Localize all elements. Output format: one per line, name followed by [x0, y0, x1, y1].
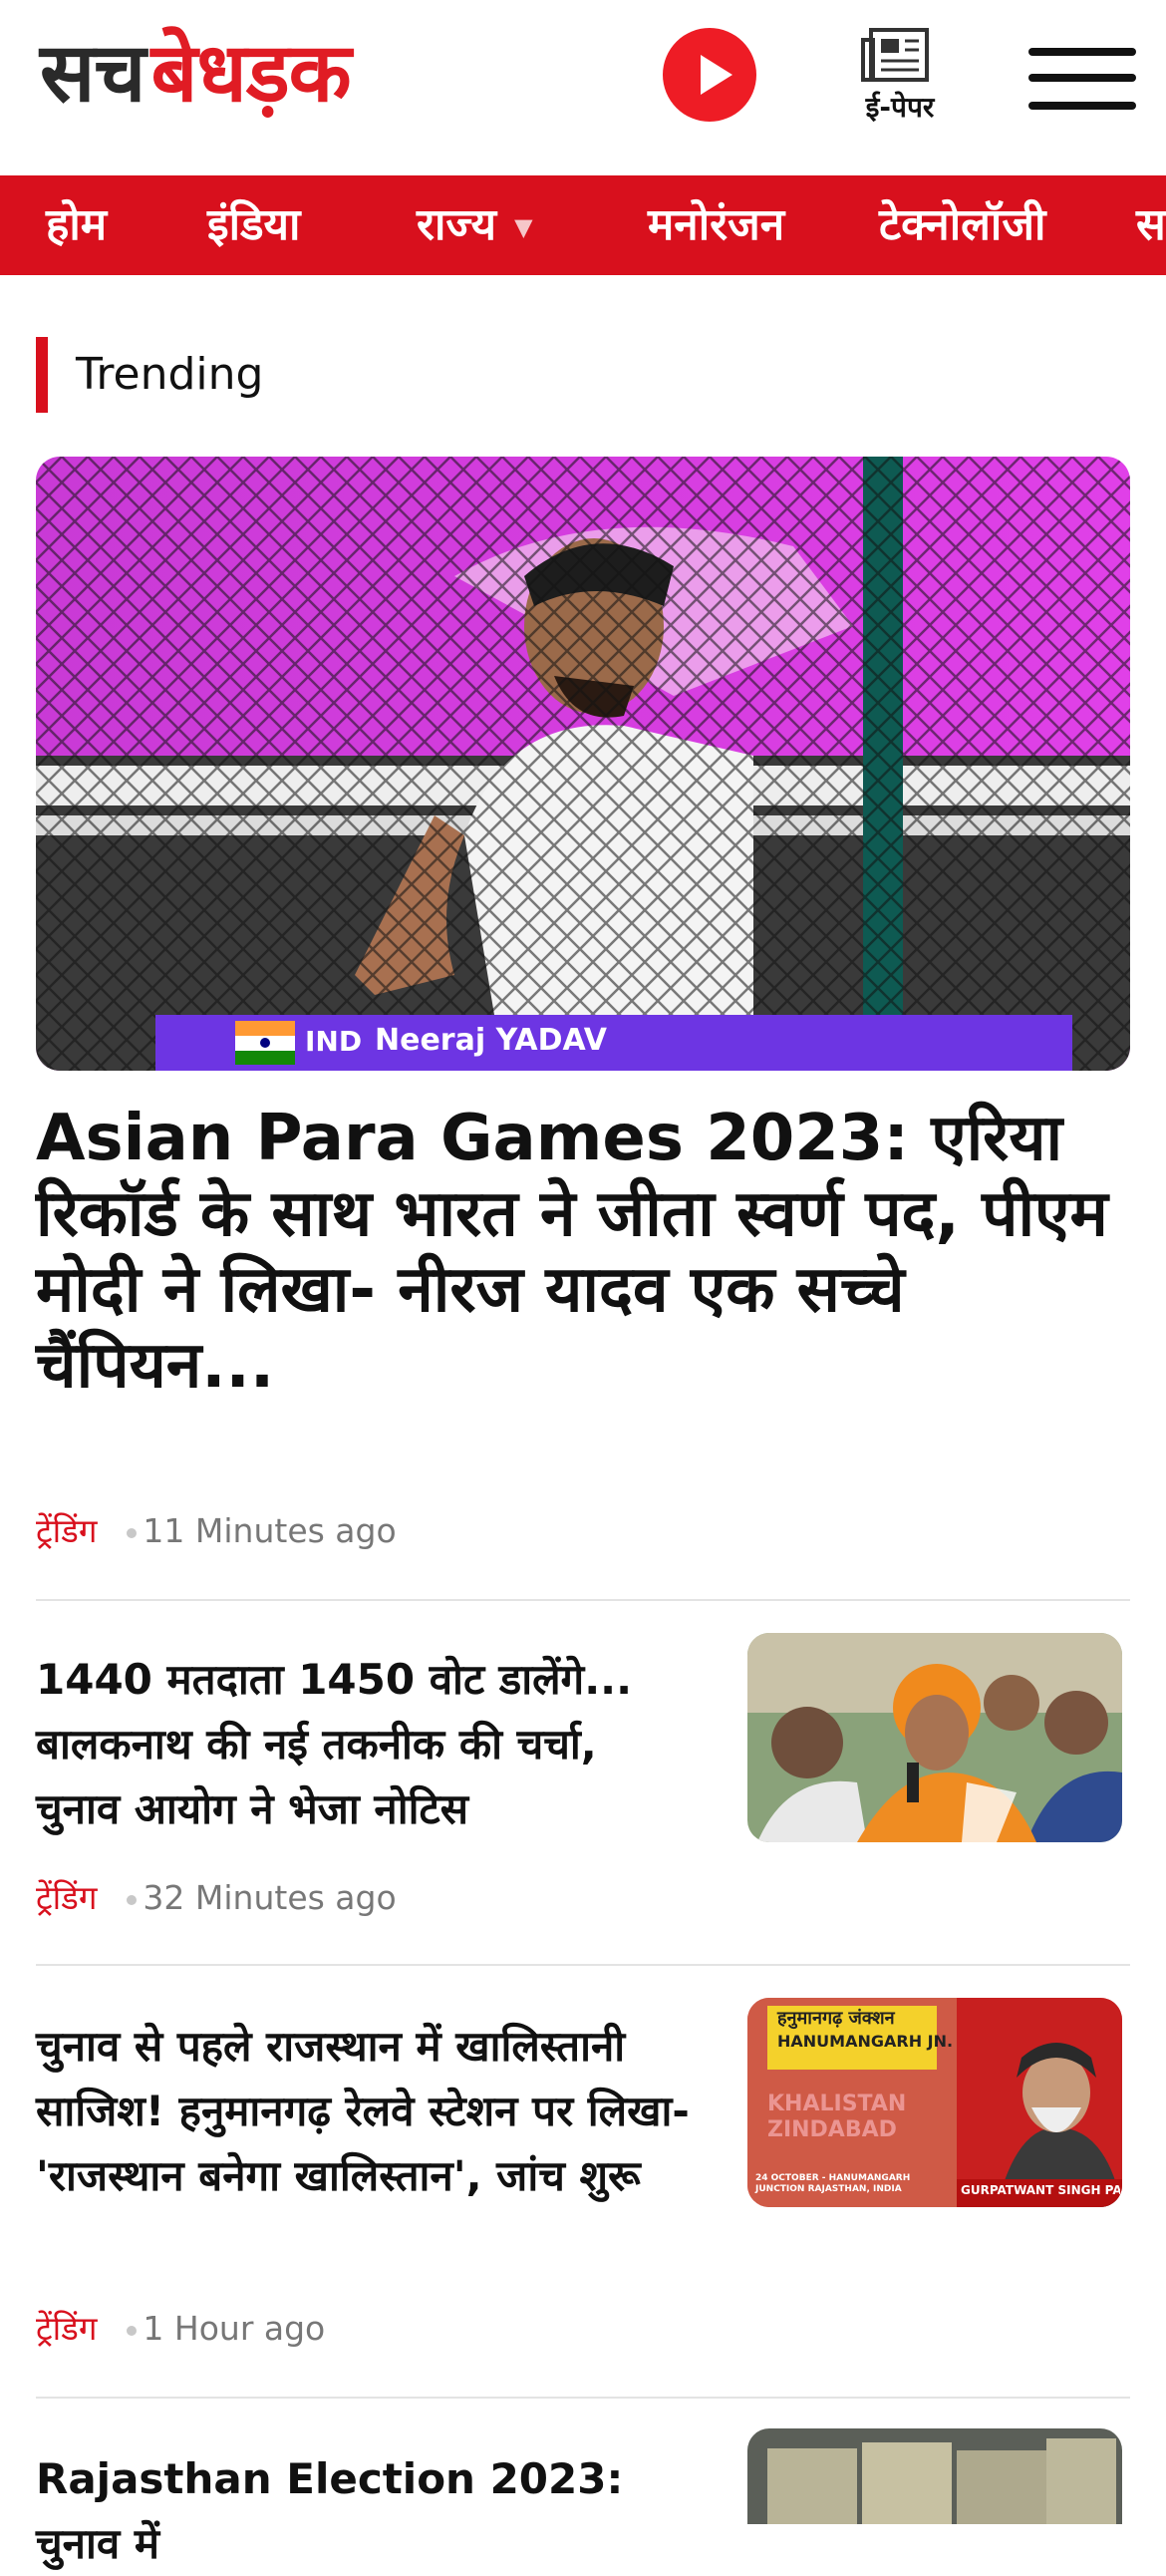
dot-separator: [127, 2325, 138, 2336]
nav-item-home[interactable]: होम: [46, 175, 107, 275]
nav-item-states-label: राज्य: [417, 199, 497, 250]
politician-photo: [747, 1633, 1122, 1842]
station-sign-english: HANUMANGARH JN.: [777, 2032, 954, 2051]
nav-item-states[interactable]: राज्य ▼: [417, 175, 533, 275]
divider: [36, 2397, 1130, 2399]
wall-graffiti-text: KHALISTAN ZINDABAD: [767, 2092, 907, 2142]
category-link[interactable]: ट्रेंडिंग: [36, 1878, 97, 1917]
top-header: सच बेधड़क ई-पेपर: [0, 0, 1166, 175]
epaper-button[interactable]: ई-पेपर: [855, 26, 945, 126]
timestamp: 1 Hour ago: [143, 2309, 326, 2348]
dot-separator: [127, 1527, 138, 1538]
nav-item-entertainment[interactable]: मनोरंजन: [648, 175, 784, 275]
article-thumbnail[interactable]: हनुमानगढ़ जंक्शन HANUMANGARH JN. KHALIST…: [747, 1998, 1122, 2207]
logo-part-2: बेधड़क: [150, 26, 352, 121]
athlete-photo: [36, 457, 1130, 1071]
hero-article-title[interactable]: Asian Para Games 2023: एरिया रिकॉर्ड के …: [36, 1101, 1130, 1404]
hamburger-menu-button[interactable]: [1028, 44, 1136, 114]
timestamp: 11 Minutes ago: [143, 1511, 397, 1550]
menu-line-icon: [1028, 48, 1136, 56]
dot-separator: [127, 1894, 138, 1905]
caption-country: IND: [305, 1025, 363, 1058]
hero-article-image[interactable]: IND Neeraj YADAV: [36, 457, 1130, 1071]
logo-part-1: सच: [40, 26, 146, 121]
epaper-label: ई-पेपर: [865, 91, 935, 124]
article-title[interactable]: चुनाव से पहले राजस्थान में खालिस्तानी सा…: [36, 2014, 694, 2208]
hero-article-meta: ट्रेंडिंग 11 Minutes ago: [36, 1507, 397, 1552]
article-meta: ट्रेंडिंग 32 Minutes ago: [36, 1874, 397, 1919]
article-title[interactable]: 1440 मतदाता 1450 वोट डालेंगे... बालकनाथ …: [36, 1647, 694, 1841]
caret-down-icon: ▼: [514, 213, 533, 241]
cash-photo: [747, 2428, 1122, 2524]
play-icon: [701, 55, 732, 95]
person-caption: GURPATWANT SINGH PANNUN: [961, 2183, 1120, 2197]
section-accent-bar: [36, 337, 48, 413]
article-meta: ट्रेंडिंग 1 Hour ago: [36, 2305, 325, 2350]
video-play-button[interactable]: [663, 28, 756, 122]
category-link[interactable]: ट्रेंडिंग: [36, 1511, 97, 1550]
date-caption: 24 OCTOBER - HANUMANGARH JUNCTION RAJAST…: [755, 2173, 911, 2194]
menu-line-icon: [1028, 74, 1136, 82]
category-nav: होम इंडिया राज्य ▼ मनोरंजन टेक्नोलॉजी स: [0, 175, 1166, 275]
article-thumbnail[interactable]: [747, 1633, 1122, 1842]
article-title[interactable]: Rajasthan Election 2023: चुनाव में: [36, 2446, 694, 2576]
divider: [36, 1964, 1130, 1966]
nav-item-technology[interactable]: टेक्नोलॉजी: [879, 175, 1045, 275]
nav-item-india[interactable]: इंडिया: [207, 175, 300, 275]
menu-line-icon: [1028, 102, 1136, 110]
station-sign-hindi: हनुमानगढ़ जंक्शन: [777, 2008, 895, 2029]
article-thumbnail[interactable]: [747, 2428, 1122, 2524]
timestamp: 32 Minutes ago: [143, 1878, 397, 1917]
newspaper-icon: [861, 28, 929, 82]
divider: [36, 1599, 1130, 1601]
nav-item-next[interactable]: स: [1136, 175, 1166, 275]
site-logo[interactable]: सच बेधड़क: [40, 10, 352, 130]
caption-athlete-name: Neeraj YADAV: [375, 1023, 607, 1058]
section-title: Trending: [76, 349, 264, 400]
category-link[interactable]: ट्रेंडिंग: [36, 2309, 97, 2348]
